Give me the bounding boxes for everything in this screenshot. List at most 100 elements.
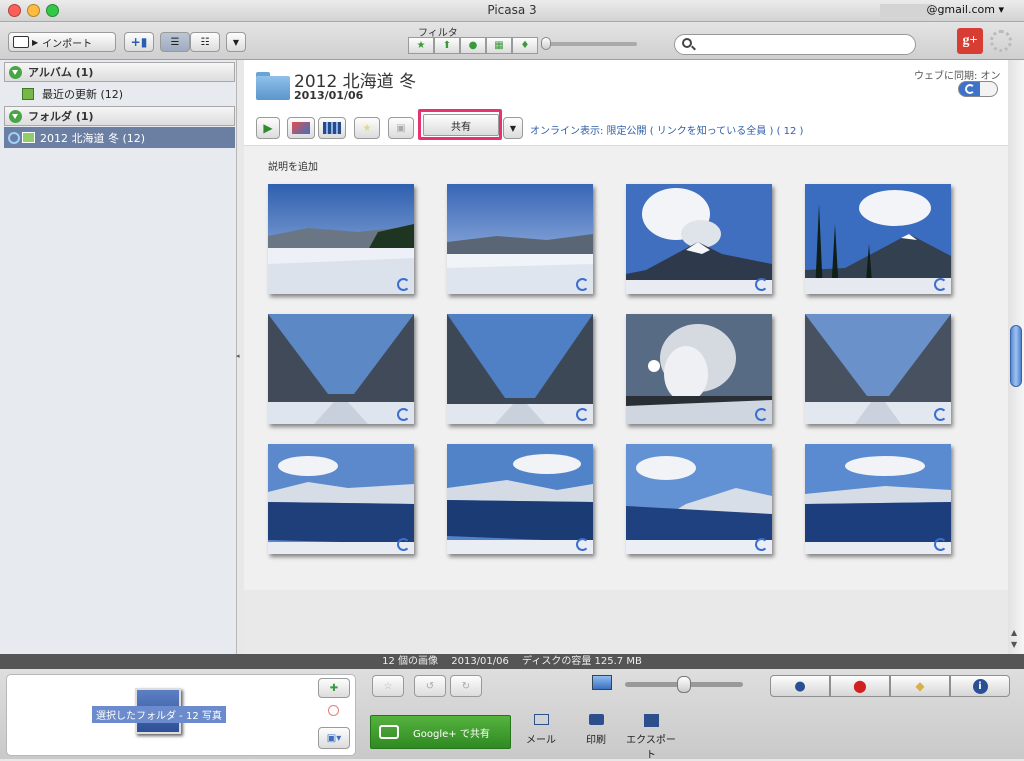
folder-icon bbox=[256, 72, 290, 100]
thumbnail-size-knob[interactable] bbox=[677, 676, 691, 693]
camera-icon bbox=[13, 36, 29, 48]
albums-header-label: アルバム (1) bbox=[28, 66, 94, 79]
account-menu[interactable]: @gmail.com ▾ bbox=[926, 3, 1004, 16]
rotate-left-icon: ↺ bbox=[425, 680, 435, 692]
albums-section-header[interactable]: アルバム (1) bbox=[4, 62, 235, 82]
add-to-album-button[interactable]: ▣▾ bbox=[318, 727, 350, 749]
sidebar-item-recent[interactable]: 最近の更新 (12) bbox=[22, 86, 123, 102]
places-button[interactable]: ⬤ bbox=[830, 675, 890, 697]
folder-upload-icon bbox=[22, 132, 35, 143]
tray-selection-label: 選択したフォルダ - 12 写真 bbox=[92, 706, 226, 723]
search-input[interactable] bbox=[701, 37, 909, 52]
add-album-button[interactable]: +▮ bbox=[124, 32, 154, 52]
view-options-dropdown[interactable]: ▼ bbox=[226, 32, 246, 52]
share-dropdown[interactable]: ▼ bbox=[503, 117, 523, 139]
photo-thumbnail[interactable] bbox=[268, 444, 414, 554]
movie-button[interactable] bbox=[318, 117, 346, 139]
sync-badge-icon bbox=[934, 538, 947, 551]
import-label: インポート bbox=[42, 38, 93, 50]
list-view-icon: ☰ bbox=[170, 36, 180, 48]
export-button[interactable]: エクスポート bbox=[622, 714, 680, 761]
view-list-button[interactable]: ☰ bbox=[160, 32, 190, 52]
photo-thumbnail[interactable] bbox=[805, 444, 951, 554]
people-button[interactable]: ● bbox=[770, 675, 830, 697]
person-icon: ● bbox=[468, 40, 478, 51]
sync-badge-icon bbox=[397, 538, 410, 551]
photo-thumbnail[interactable] bbox=[447, 184, 593, 294]
clear-selection-icon[interactable] bbox=[328, 705, 339, 716]
collage-button[interactable] bbox=[287, 117, 315, 139]
photo-thumbnail[interactable] bbox=[626, 444, 772, 554]
photo-thumbnail[interactable] bbox=[805, 314, 951, 424]
rotate-left-button[interactable]: ↺ bbox=[414, 675, 446, 697]
sync-badge-icon bbox=[576, 538, 589, 551]
grid-bottom bbox=[244, 590, 1008, 654]
sync-badge-icon bbox=[755, 408, 768, 421]
collapse-arrow-icon bbox=[9, 65, 22, 79]
chevron-down-icon: ▼ bbox=[232, 37, 240, 47]
photo-thumbnail[interactable] bbox=[626, 314, 772, 424]
account-redaction bbox=[880, 4, 932, 17]
album-icon: ▣▾ bbox=[326, 732, 342, 744]
online-visibility-link[interactable]: オンライン表示: 限定公開 ( リンクを知っている全員 ) ( 12 ) bbox=[530, 122, 803, 137]
sync-icon bbox=[965, 84, 975, 94]
tray-tools: ● ⬤ ◆ i bbox=[770, 675, 1010, 697]
google-plus-icon[interactable]: g+ bbox=[957, 28, 983, 54]
photo-thumbnail[interactable] bbox=[805, 184, 951, 294]
sync-badge-icon bbox=[934, 278, 947, 291]
photo-thumbnail[interactable] bbox=[626, 184, 772, 294]
folders-section-header[interactable]: フォルダ (1) bbox=[4, 106, 235, 126]
info-button[interactable]: i bbox=[950, 675, 1010, 697]
import-button[interactable]: ▶ インポート bbox=[8, 32, 116, 52]
star-button[interactable]: ★ bbox=[354, 117, 380, 139]
filter-geotag-button[interactable]: ♦ bbox=[512, 37, 538, 54]
print-label: 印刷 bbox=[586, 735, 606, 746]
status-bar: 12 個の画像 2013/01/06 ディスクの容量 125.7 MB bbox=[0, 654, 1024, 669]
sidebar-item-folder-2012[interactable]: 2012 北海道 冬 (12) bbox=[4, 127, 235, 148]
person-icon: ● bbox=[794, 678, 806, 694]
filter-date-slider[interactable] bbox=[543, 42, 637, 46]
photo-thumbnail[interactable] bbox=[447, 444, 593, 554]
hold-pin-button[interactable]: ✚ bbox=[318, 678, 350, 698]
web-sync-toggle[interactable] bbox=[958, 81, 998, 97]
rotate-right-icon: ↻ bbox=[461, 680, 471, 692]
sidebar-item-label: 2012 北海道 冬 (12) bbox=[40, 131, 146, 145]
share-button[interactable]: 共有 bbox=[423, 114, 499, 136]
collage-icon bbox=[292, 122, 310, 134]
web-sync-label: ウェブに同期: オン bbox=[914, 71, 1001, 82]
filter-uploaded-button[interactable]: ⬆ bbox=[434, 37, 460, 54]
print-button[interactable]: 印刷 bbox=[576, 714, 616, 746]
photo-thumbnail[interactable] bbox=[268, 184, 414, 294]
filter-buttons: ★ ⬆ ● ▦ ♦ bbox=[408, 37, 538, 54]
search-icon-handle bbox=[691, 45, 696, 51]
filter-star-button[interactable]: ★ bbox=[408, 37, 434, 54]
google-plus-share-button[interactable]: Google+ で共有 bbox=[370, 715, 511, 749]
sidebar-resize-handle[interactable]: ◂ bbox=[236, 352, 240, 360]
rotate-right-button[interactable]: ↻ bbox=[450, 675, 482, 697]
mail-button[interactable]: メール bbox=[520, 714, 562, 746]
save-button[interactable]: ▣ bbox=[388, 117, 414, 139]
scroll-down-arrow[interactable]: ▼ bbox=[1011, 640, 1017, 649]
mail-label: メール bbox=[526, 735, 556, 746]
sync-badge-icon bbox=[397, 278, 410, 291]
photo-thumbnail[interactable] bbox=[447, 314, 593, 424]
slideshow-button[interactable]: ▶ bbox=[256, 117, 280, 139]
folders-header-label: フォルダ (1) bbox=[28, 110, 94, 123]
envelope-icon bbox=[533, 714, 549, 725]
scrollbar-thumb[interactable] bbox=[1010, 325, 1022, 387]
camera-plus-icon bbox=[379, 725, 399, 739]
view-tree-button[interactable]: ☷ bbox=[190, 32, 220, 52]
photo-thumbnail[interactable] bbox=[268, 314, 414, 424]
filter-video-button[interactable]: ▦ bbox=[486, 37, 512, 54]
add-caption[interactable]: 説明を追加 bbox=[268, 158, 318, 173]
export-label: エクスポート bbox=[626, 735, 676, 761]
tags-button[interactable]: ◆ bbox=[890, 675, 950, 697]
filter-people-button[interactable]: ● bbox=[460, 37, 486, 54]
star-icon: ☆ bbox=[383, 680, 393, 692]
tray-star-button[interactable]: ☆ bbox=[372, 675, 404, 697]
star-icon: ★ bbox=[362, 122, 372, 134]
search-box[interactable] bbox=[674, 34, 916, 55]
scroll-up-arrow[interactable]: ▲ bbox=[1011, 628, 1017, 637]
chevron-down-icon: ▼ bbox=[509, 123, 517, 133]
filter-date-slider-knob[interactable] bbox=[541, 37, 551, 50]
